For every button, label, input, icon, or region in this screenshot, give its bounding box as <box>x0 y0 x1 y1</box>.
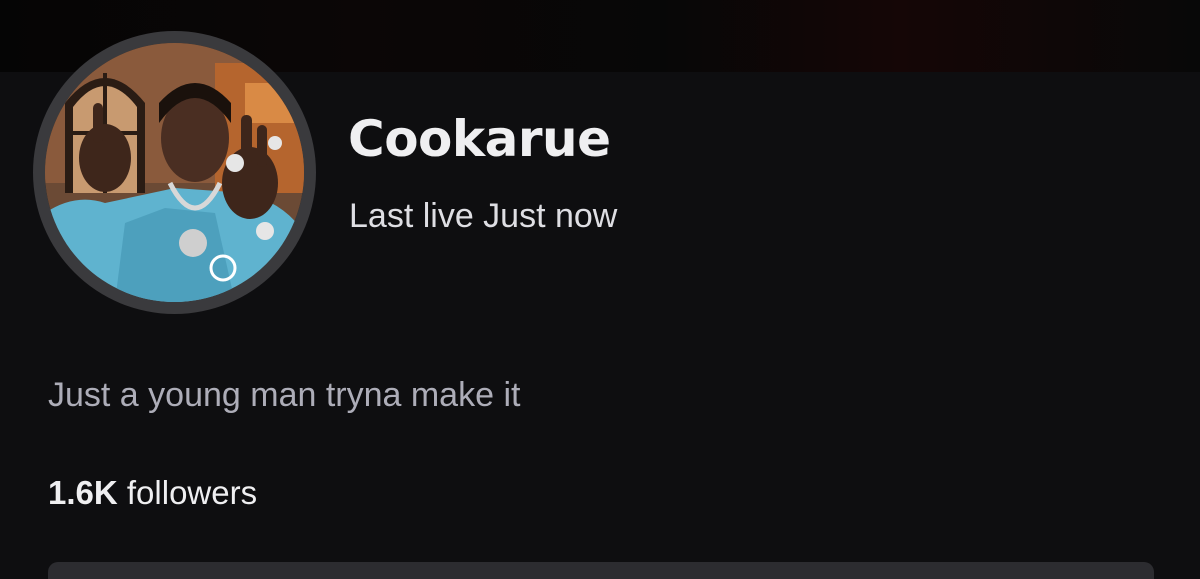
followers-label: followers <box>126 474 258 511</box>
avatar-image <box>45 43 304 302</box>
follow-button[interactable] <box>48 562 1154 579</box>
last-live-status: Last live Just now <box>349 197 618 235</box>
channel-bio: Just a young man tryna make it <box>48 376 521 414</box>
followers-number: 1.6K <box>48 474 118 511</box>
channel-name: Cookarue <box>348 110 611 168</box>
followers-count[interactable]: 1.6K followers <box>48 474 257 512</box>
avatar-photo <box>45 43 304 302</box>
avatar[interactable] <box>33 31 316 314</box>
channel-profile: Cookarue Last live Just now Just a young… <box>0 0 1200 579</box>
